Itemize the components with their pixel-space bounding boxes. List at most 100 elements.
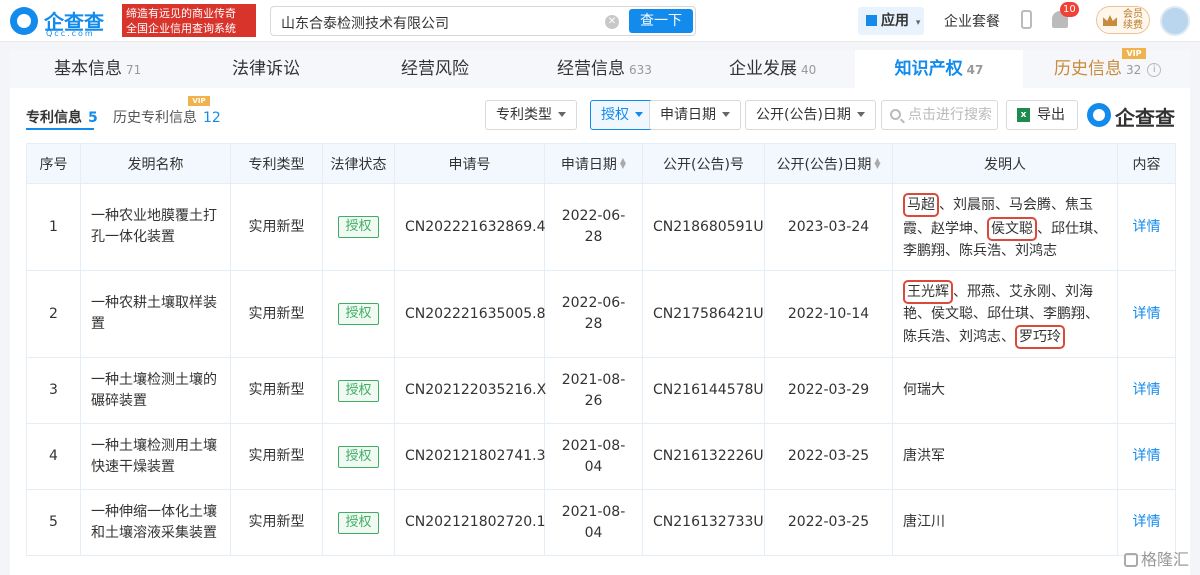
publish-number: CN216132733U xyxy=(642,489,765,556)
table-row: 2 一种农耕土壤取样装置 实用新型 授权 CN202221635005.8 20… xyxy=(26,270,1176,358)
publish-number: CN218680591U xyxy=(642,183,765,271)
row-index: 2 xyxy=(26,270,81,358)
inventors: 王光辉 、邢燕、艾永刚、刘海艳、侯文聪、邱仕琪、李鹏翔、陈兵浩、刘鸿志、 罗巧玲 xyxy=(892,270,1118,358)
apply-date: 2022-06-28 xyxy=(544,270,643,358)
vip-badge: VIP xyxy=(1122,48,1146,59)
app-menu-button[interactable]: 应用 ▾ xyxy=(858,7,924,35)
search-box[interactable]: 山东合泰检测技术有限公司 ✕ 查一下 xyxy=(270,6,696,36)
sort-icon[interactable]: ▲ ▼ xyxy=(620,156,626,169)
patent-type-filter[interactable]: 专利类型 xyxy=(485,100,577,130)
subtab-history-patent[interactable]: 历史专利信息 12 xyxy=(113,107,221,127)
avatar[interactable] xyxy=(1160,6,1190,36)
logo-icon xyxy=(1087,103,1111,127)
col-pub-no: 公开(公告)号 xyxy=(642,143,765,184)
detail-link[interactable]: 详情 xyxy=(1133,219,1161,235)
status-badge: 授权 xyxy=(338,303,379,325)
crown-icon xyxy=(1103,15,1117,26)
patent-name: 一种土壤检测土壤的碾碎装置 xyxy=(80,357,231,424)
row-index: 4 xyxy=(26,423,81,490)
tab-litigation[interactable]: 法律诉讼 xyxy=(232,50,300,88)
chevron-down-icon: ▾ xyxy=(915,18,921,28)
detail-cell: 详情 xyxy=(1117,423,1176,490)
table-row: 5 一种伸缩一体化土壤和土壤溶液采集装置 实用新型 授权 CN202121802… xyxy=(26,489,1176,556)
enterprise-suite-link[interactable]: 企业套餐 xyxy=(944,11,1000,31)
watermark-icon xyxy=(1124,553,1138,567)
mobile-icon[interactable] xyxy=(1021,10,1032,29)
watermark: 格隆汇 xyxy=(1124,546,1189,570)
detail-link[interactable]: 详情 xyxy=(1133,514,1161,530)
renew-label: 续费 xyxy=(1123,20,1143,31)
detail-cell: 详情 xyxy=(1117,357,1176,424)
highlighted-inventor[interactable]: 王光辉 xyxy=(903,279,953,304)
detail-cell: 详情 xyxy=(1117,270,1176,358)
notification-badge: 10 xyxy=(1060,2,1079,17)
qcc-logo[interactable]: 企查查 Qcc.com xyxy=(10,5,118,38)
brand-text: 企查查 xyxy=(1115,106,1175,130)
status-cell: 授权 xyxy=(322,423,395,490)
export-button[interactable]: x 导出 xyxy=(1006,100,1078,130)
status-cell: 授权 xyxy=(322,357,395,424)
col-name: 发明名称 xyxy=(80,143,231,184)
highlighted-inventor[interactable]: 马超 xyxy=(903,192,939,217)
highlighted-inventor[interactable]: 侯文聪 xyxy=(987,216,1037,241)
table-row: 4 一种土壤检测用土壤快速干燥装置 实用新型 授权 CN202121802741… xyxy=(26,423,1176,490)
caret-down-icon xyxy=(635,112,643,117)
patent-type: 实用新型 xyxy=(230,489,323,556)
search-placeholder: 点击进行搜索 xyxy=(908,107,992,123)
tab-business-info[interactable]: 经营信息 633 xyxy=(557,50,652,88)
patent-type: 实用新型 xyxy=(230,270,323,358)
tab-intellectual-property[interactable]: 知识产权 47 xyxy=(855,50,1023,88)
publish-number: CN217586421U xyxy=(642,270,765,358)
patent-panel: 专利信息 5 历史专利信息 12 VIP 专利类型 授权 申请日期 公开(公告)日期… xyxy=(10,88,1190,575)
detail-link[interactable]: 详情 xyxy=(1133,382,1161,398)
publish-date-filter[interactable]: 公开(公告)日期 xyxy=(745,100,876,130)
slogan-line-1: 缔造有远见的商业传奇 xyxy=(126,7,236,20)
tab-development[interactable]: 企业发展 40 xyxy=(729,50,816,88)
publish-date: 2023-03-24 xyxy=(764,183,893,271)
apply-date: 2021-08-04 xyxy=(544,423,643,490)
apply-date-filter[interactable]: 申请日期 xyxy=(649,100,741,130)
legal-status-filter[interactable]: 授权 xyxy=(590,100,654,130)
clear-icon[interactable]: ✕ xyxy=(605,15,619,29)
qcc-brand-logo: 企查查 xyxy=(1087,100,1179,130)
status-badge: 授权 xyxy=(338,511,379,534)
sort-icon[interactable]: ▲ ▼ xyxy=(874,156,880,169)
publish-date: 2022-10-14 xyxy=(764,270,893,358)
inventors: 马超 、刘晨丽、马会腾、焦玉霞、赵学坤、 侯文聪 、邱仕琪、李鹏翔、陈兵浩、刘鸿志 xyxy=(892,183,1118,271)
patent-name: 一种伸缩一体化土壤和土壤溶液采集装置 xyxy=(80,489,231,556)
patent-type: 实用新型 xyxy=(230,183,323,271)
status-badge: 授权 xyxy=(338,379,379,402)
publish-number: CN216132226U xyxy=(642,423,765,490)
col-content: 内容 xyxy=(1117,143,1176,184)
col-apply-no: 申请号 xyxy=(394,143,545,184)
detail-link[interactable]: 详情 xyxy=(1133,306,1161,322)
table-search-input[interactable]: 点击进行搜索 xyxy=(881,100,998,130)
apply-date: 2021-08-04 xyxy=(544,489,643,556)
publish-date: 2022-03-25 xyxy=(764,489,893,556)
vip-renew-button[interactable]: 会员 续费 xyxy=(1096,6,1150,34)
detail-link[interactable]: 详情 xyxy=(1133,448,1161,464)
publish-date: 2022-03-29 xyxy=(764,357,893,424)
info-icon[interactable]: i xyxy=(1147,63,1162,77)
search-button[interactable]: 查一下 xyxy=(629,9,693,33)
apply-number: CN202122035216.X xyxy=(394,357,546,424)
apply-number: CN202121802741.3 xyxy=(394,423,546,490)
vip-label: 会员 xyxy=(1123,9,1143,20)
highlighted-inventor[interactable]: 罗巧玲 xyxy=(1015,324,1065,349)
table-row: 3 一种土壤检测土壤的碾碎装置 实用新型 授权 CN202122035216.X… xyxy=(26,357,1176,424)
col-pub-date[interactable]: 公开(公告)日期 ▲ ▼ xyxy=(764,143,893,184)
tab-operating-risk[interactable]: 经营风险 xyxy=(401,50,469,88)
search-input[interactable]: 山东合泰检测技术有限公司 xyxy=(281,13,449,33)
table-row: 1 一种农业地膜覆土打孔一体化装置 实用新型 授权 CN202221632869… xyxy=(26,183,1176,271)
subtab-patent-info[interactable]: 专利信息 5 xyxy=(26,107,98,127)
caret-down-icon xyxy=(856,112,865,117)
logo-domain: Qcc.com xyxy=(46,29,95,38)
row-index: 3 xyxy=(26,357,81,424)
inventors: 唐江川 xyxy=(892,489,1118,556)
col-apply-date[interactable]: 申请日期 ▲ ▼ xyxy=(544,143,643,184)
grid-icon xyxy=(866,15,877,26)
col-inventors: 发明人 xyxy=(892,143,1118,184)
publish-date: 2022-03-25 xyxy=(764,423,893,490)
tab-basic-info[interactable]: 基本信息 71 xyxy=(54,50,141,88)
apply-number: CN202121802720.1 xyxy=(394,489,546,556)
